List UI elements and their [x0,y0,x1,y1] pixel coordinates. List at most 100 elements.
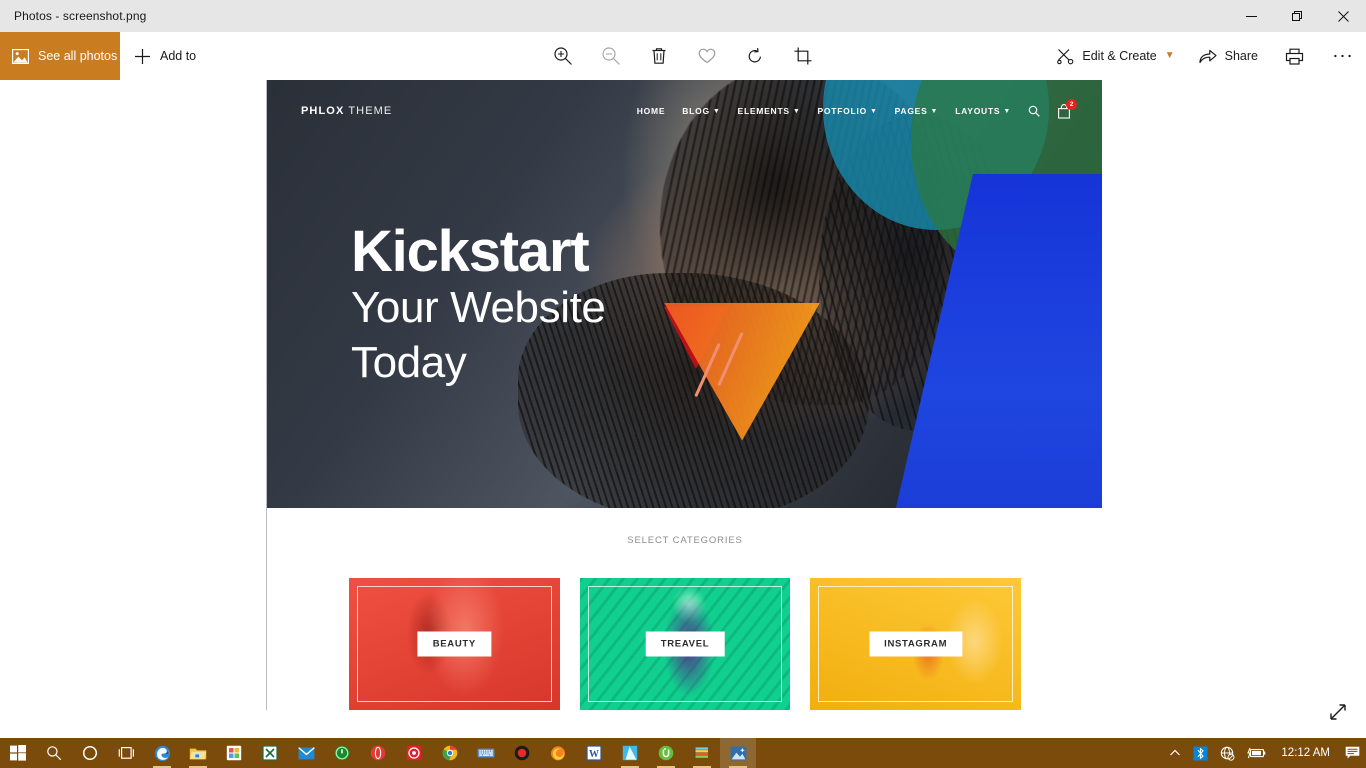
photo-tools-group [539,32,827,80]
blue-app-icon[interactable] [612,738,648,768]
system-tray: 12:12 AM [1163,738,1366,768]
expand-fullscreen-button[interactable] [1324,698,1352,726]
taskbar: W 12:12 AM [0,738,1366,768]
nav-label: ELEMENTS [737,106,790,116]
search-taskbar-icon[interactable] [36,738,72,768]
chevron-down-icon: ▼ [1003,107,1011,115]
add-to-label: Add to [160,49,197,63]
crop-icon[interactable] [779,32,827,80]
see-all-photos-button[interactable]: See all photos [0,32,120,80]
print-icon[interactable] [1270,32,1318,80]
zoom-out-icon[interactable] [587,32,635,80]
command-bar: See all photos Add to Edit & Create ▼ Sh… [0,32,1366,80]
show-hidden-icons-button[interactable] [1163,738,1187,768]
rotate-icon[interactable] [731,32,779,80]
chevron-down-icon: ▼ [930,107,939,115]
mail-icon[interactable] [288,738,324,768]
bluetooth-icon[interactable] [1187,738,1214,768]
chevron-down-icon: ▼ [792,107,801,115]
start-button[interactable] [0,738,36,768]
category-card-instagram[interactable]: INSTAGRAM [810,578,1022,710]
taskbar-clock[interactable]: 12:12 AM [1272,747,1339,759]
chevron-down-icon: ▼ [712,107,721,115]
excel-icon[interactable] [252,738,288,768]
nav-item-pages[interactable]: PAGES ▼ [895,106,939,116]
nav-label: POTFOLIO [817,106,867,116]
photos-icon[interactable] [720,738,756,768]
nav-item-layouts[interactable]: LAYOUTS ▼ [955,106,1011,116]
photos-collection-icon [12,48,29,64]
add-to-button[interactable]: Add to [120,32,212,80]
cortana-icon[interactable] [72,738,108,768]
window-controls [1228,0,1366,32]
search-icon[interactable] [1028,105,1040,117]
category-card-treavel[interactable]: TREAVEL [579,578,791,710]
utorrent-green-icon[interactable] [324,738,360,768]
photo-canvas: PHLOX THEME HOME BLOG ▼ ELEMENTS ▼ POTFO… [0,80,1366,738]
opera-icon[interactable] [360,738,396,768]
nav-item-blog[interactable]: BLOG ▼ [682,106,720,116]
edit-create-label: Edit & Create [1082,49,1157,63]
microsoft-store-icon[interactable] [216,738,252,768]
categories-section-label: SELECT CATEGORIES [627,535,743,546]
close-button[interactable] [1320,0,1366,32]
nav-label: PAGES [894,106,928,116]
category-label: TREAVEL [645,631,725,657]
battery-icon[interactable] [1241,738,1272,768]
chevron-down-icon: ▼ [1164,50,1175,61]
nav-label: LAYOUTS [955,106,1001,116]
svg-text:W: W [589,749,599,760]
more-options-button[interactable] [1318,32,1366,80]
logo-bold: PHLOX [301,105,345,117]
winrar-icon[interactable] [684,738,720,768]
restore-button[interactable] [1274,0,1320,32]
hero-headline: Kickstart Your Website Today [351,219,606,390]
site-nav: HOME BLOG ▼ ELEMENTS ▼ POTFOLIO ▼ PAGES … [637,98,1077,119]
nav-label: BLOG [682,106,710,116]
logo-light: THEME [344,105,393,117]
chevron-down-icon: ▼ [869,107,878,115]
action-center-icon[interactable] [1339,738,1366,768]
hero-headline-line3: Today [351,337,467,387]
hero-headline-bold: Kickstart [351,219,590,284]
site-logo[interactable]: PHLOX THEME [301,105,392,117]
category-card-beauty[interactable]: BEAUTY [349,578,560,710]
category-label: BEAUTY [417,631,491,657]
firefox-icon[interactable] [540,738,576,768]
word-icon[interactable]: W [576,738,612,768]
zoom-in-icon[interactable] [539,32,587,80]
see-all-photos-label: See all photos [38,49,118,63]
category-cards: BEAUTY TREAVEL INSTAGRAM [349,578,1022,710]
favorite-icon[interactable] [683,32,731,80]
edit-create-icon [1057,48,1074,65]
cart-count-badge: 2 [1066,98,1077,110]
site-header: PHLOX THEME HOME BLOG ▼ ELEMENTS ▼ POTFO… [267,80,1102,142]
cart-icon[interactable]: 2 [1057,98,1077,119]
file-explorer-icon[interactable] [180,738,216,768]
edge-icon[interactable] [144,738,180,768]
utorrent-icon[interactable] [648,738,684,768]
displayed-image[interactable]: PHLOX THEME HOME BLOG ▼ ELEMENTS ▼ POTFO… [266,80,1102,710]
nav-item-home[interactable]: HOME [637,106,666,116]
nav-label: HOME [636,106,666,116]
hero-section: PHLOX THEME HOME BLOG ▼ ELEMENTS ▼ POTFO… [267,80,1102,508]
edit-and-create-button[interactable]: Edit & Create ▼ [1045,32,1186,80]
network-no-internet-icon[interactable] [1214,738,1241,768]
right-tools-group: Edit & Create ▼ Share [1045,32,1366,80]
chrome-icon[interactable] [432,738,468,768]
minimize-button[interactable] [1228,0,1274,32]
window-title-bar: Photos - screenshot.png [0,0,1366,32]
task-view-icon[interactable] [108,738,144,768]
share-button[interactable]: Share [1187,32,1270,80]
nav-item-elements[interactable]: ELEMENTS ▼ [738,106,801,116]
keyboard-icon[interactable] [468,738,504,768]
hero-headline-line2: Your Website [351,283,606,333]
category-label: INSTAGRAM [869,631,963,657]
record-icon[interactable] [504,738,540,768]
share-icon [1199,48,1217,64]
delete-icon[interactable] [635,32,683,80]
plus-icon [134,48,151,65]
window-title: Photos - screenshot.png [14,9,147,23]
camtasia-icon[interactable] [396,738,432,768]
nav-item-potfolio[interactable]: POTFOLIO ▼ [818,106,878,116]
